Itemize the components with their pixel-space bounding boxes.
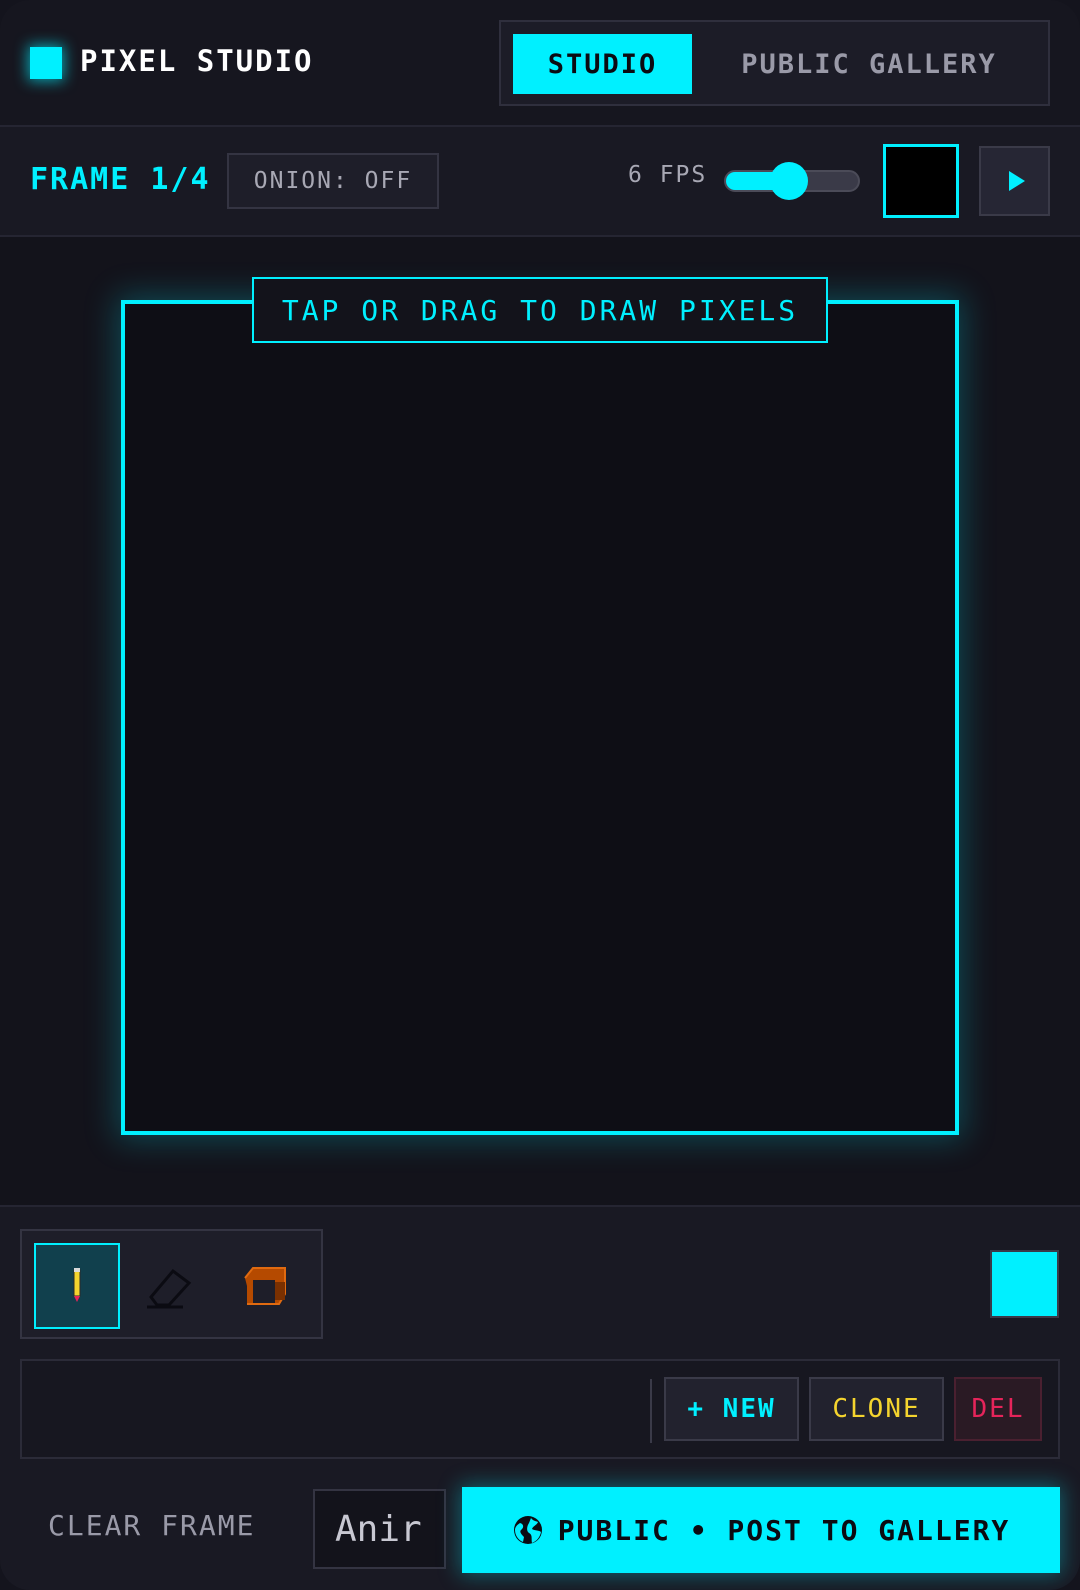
play-icon bbox=[1008, 171, 1025, 191]
post-to-gallery-button[interactable]: PUBLIC • POST TO GALLERY bbox=[462, 1487, 1060, 1573]
paint-bucket-icon bbox=[244, 1267, 286, 1305]
frame-counter: FRAME 1/4 bbox=[30, 162, 211, 197]
drawing-canvas[interactable] bbox=[121, 300, 959, 1135]
logo-square-icon bbox=[30, 47, 62, 79]
clear-frame-button[interactable]: CLEAR FRAME bbox=[48, 1509, 255, 1542]
pencil-icon bbox=[73, 1268, 81, 1302]
fps-slider-thumb[interactable] bbox=[770, 162, 809, 200]
fps-slider[interactable] bbox=[724, 162, 860, 200]
paint-bucket-tool-button[interactable] bbox=[222, 1243, 308, 1329]
app-title: PIXEL STUDIO bbox=[80, 44, 314, 78]
frames-bar: + NEW CLONE DEL bbox=[20, 1359, 1060, 1459]
canvas-hint: TAP OR DRAG TO DRAW PIXELS bbox=[252, 277, 828, 343]
eraser-tool-button[interactable] bbox=[128, 1243, 214, 1329]
delete-frame-button[interactable]: DEL bbox=[954, 1377, 1042, 1441]
pixel-studio-app: PIXEL STUDIO STUDIO PUBLIC GALLERY FRAME… bbox=[0, 0, 1080, 1590]
tab-bar: STUDIO PUBLIC GALLERY bbox=[499, 20, 1050, 106]
active-color-swatch[interactable] bbox=[990, 1250, 1059, 1318]
frames-divider bbox=[650, 1379, 652, 1443]
header: PIXEL STUDIO STUDIO PUBLIC GALLERY bbox=[0, 0, 1080, 127]
current-color-swatch[interactable] bbox=[883, 144, 959, 218]
eraser-icon bbox=[147, 1268, 192, 1309]
bottom-panel: + NEW CLONE DEL CLEAR FRAME PUBLIC • POS… bbox=[0, 1205, 1080, 1590]
tab-public-gallery[interactable]: PUBLIC GALLERY bbox=[700, 34, 1038, 94]
fps-label: 6 FPS bbox=[628, 162, 708, 188]
canvas-area: TAP OR DRAG TO DRAW PIXELS bbox=[0, 237, 1080, 1205]
globe-icon bbox=[512, 1514, 544, 1546]
clone-frame-button[interactable]: CLONE bbox=[809, 1377, 944, 1441]
frame-toolbar: FRAME 1/4 ONION: OFF 6 FPS bbox=[0, 127, 1080, 237]
new-frame-button[interactable]: + NEW bbox=[664, 1377, 799, 1441]
onion-skin-toggle[interactable]: ONION: OFF bbox=[227, 153, 439, 209]
animation-name-input[interactable] bbox=[313, 1489, 446, 1569]
play-button[interactable] bbox=[979, 146, 1050, 216]
tool-palette bbox=[20, 1229, 323, 1339]
post-button-label: PUBLIC • POST TO GALLERY bbox=[557, 1513, 1011, 1547]
tab-studio[interactable]: STUDIO bbox=[513, 34, 692, 94]
pencil-tool-button[interactable] bbox=[34, 1243, 120, 1329]
